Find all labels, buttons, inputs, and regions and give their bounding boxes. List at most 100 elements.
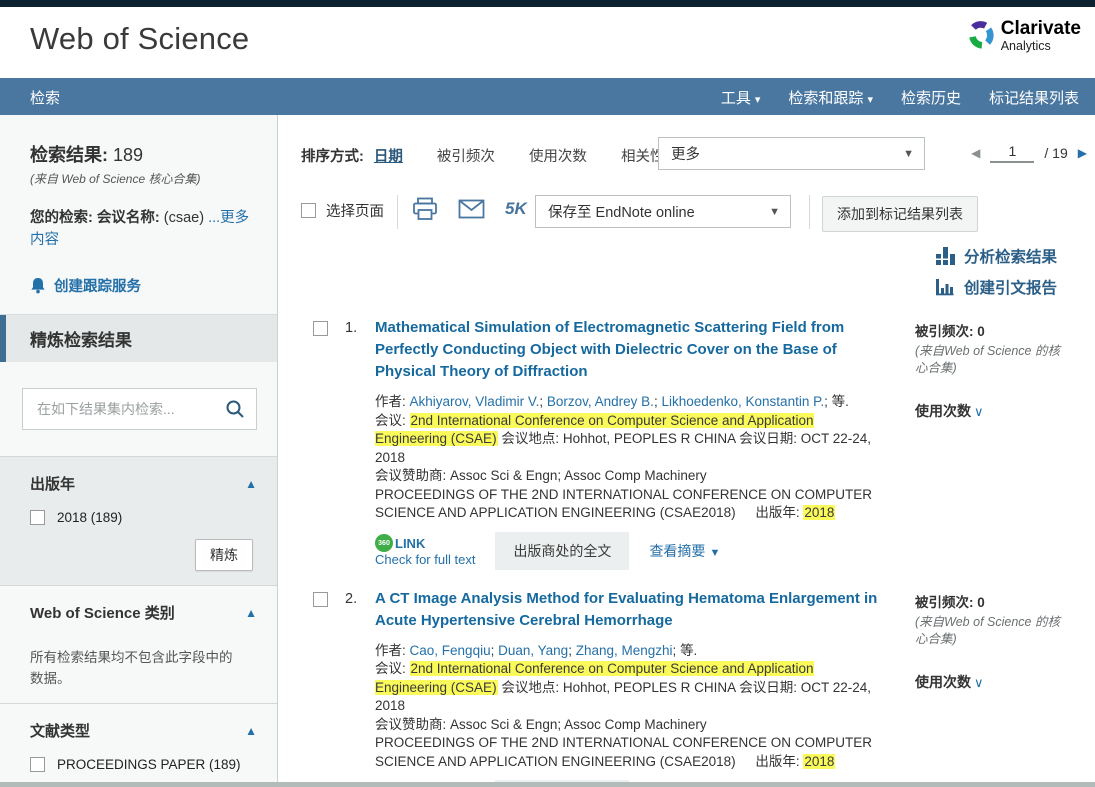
nav-item-marked-list[interactable]: 标记结果列表: [989, 87, 1079, 108]
facet-wos-category: Web of Science 类别 ▲ 所有检索结果均不包含此字段中的数据。: [0, 585, 277, 703]
author-link[interactable]: Akhiyarov, Vladimir V.: [410, 394, 544, 409]
refine-search-box: [22, 388, 257, 430]
chevron-down-icon: ∨: [974, 404, 984, 419]
query-value: (csae): [164, 210, 204, 226]
facet-publication-year: 出版年 ▲ 2018 (189) 精炼: [0, 456, 277, 585]
result-item-1: 1. Mathematical Simulation of Electromag…: [313, 317, 1095, 570]
bar-chart-icon: [935, 278, 955, 296]
result-checkbox[interactable]: [313, 321, 328, 336]
refine-results-header: 精炼检索结果: [0, 315, 277, 362]
caret-down-icon: ▼: [769, 206, 780, 218]
page-number-input[interactable]: [990, 142, 1034, 163]
page-title: Web of Science: [30, 21, 249, 57]
link-360-full-text[interactable]: 360LINK Check for full text: [375, 534, 475, 567]
chevron-down-icon: ∨: [974, 675, 984, 690]
caret-down-icon: ▾: [755, 94, 761, 106]
collapse-up-icon[interactable]: ▲: [245, 606, 257, 620]
results-source-note: (来自 Web of Science 核心合集): [30, 170, 259, 187]
publisher-full-text-button[interactable]: 出版商处的全文: [495, 532, 629, 570]
pub-year-highlight: 2018: [803, 505, 835, 520]
email-icon[interactable]: [458, 199, 485, 219]
results-summary: 检索结果: 189 (来自 Web of Science 核心合集) 您的检索:…: [0, 115, 277, 315]
save-to-endnote-dropdown[interactable]: 保存至 EndNote online ▼: [535, 195, 791, 228]
result-title-link[interactable]: A CT Image Analysis Method for Evaluatin…: [375, 588, 887, 632]
result-number: 1.: [345, 320, 357, 336]
sort-option-date[interactable]: 日期: [374, 149, 403, 165]
result-conference-line: 会议: 2nd International Conference on Comp…: [375, 412, 887, 468]
refine-button[interactable]: 精炼: [195, 539, 253, 571]
collapse-up-icon[interactable]: ▲: [245, 724, 257, 738]
facet-checkbox-2018[interactable]: [30, 510, 45, 525]
view-abstract-link[interactable]: 查看摘要▼: [649, 541, 720, 561]
nav-item-tools[interactable]: 工具▾: [721, 87, 761, 108]
brand-subtitle: Analytics: [1001, 40, 1081, 53]
sort-label: 排序方式:: [301, 149, 364, 165]
author-link[interactable]: Zhang, Mengzhi: [576, 643, 677, 658]
times-cited: 被引频次: 0: [915, 591, 1087, 611]
clarivate-brand: Clarivate Analytics: [965, 19, 1081, 53]
author-link[interactable]: Borzov, Andrey B.: [547, 394, 658, 409]
sort-bar: 排序方式: 日期 被引频次 使用次数 相关性 更多 ▼ ◀ / 19 ▶: [279, 115, 1095, 185]
nav-item-search-alerts[interactable]: 检索和跟踪▾: [788, 87, 873, 108]
result-citation-panel: 被引频次: 0 (来自Web of Science 的核心合集) 使用次数∨: [915, 591, 1087, 692]
author-link[interactable]: Likhoedenko, Konstantin P.: [661, 394, 827, 409]
brand-name: Clarivate: [1001, 19, 1081, 38]
nav-item-search[interactable]: 检索: [30, 87, 60, 108]
result-item-2: 2. A CT Image Analysis Method for Evalua…: [313, 588, 1095, 787]
facet-title: 文献类型: [30, 720, 90, 741]
result-citation-panel: 被引频次: 0 (来自Web of Science 的核心合集) 使用次数∨: [915, 320, 1087, 421]
page-total: / 19: [1044, 145, 1067, 161]
result-proceedings-line: PROCEEDINGS OF THE 2ND INTERNATIONAL CON…: [375, 486, 887, 523]
result-title-link[interactable]: Mathematical Simulation of Electromagnet…: [375, 317, 887, 383]
prev-page-icon[interactable]: ◀: [971, 146, 980, 160]
facet-empty-note: 所有检索结果均不包含此字段中的数据。: [30, 647, 257, 689]
analyze-results-link[interactable]: 分析检索结果: [936, 245, 1057, 267]
author-link[interactable]: Duan, Yang: [498, 643, 572, 658]
search-icon[interactable]: [224, 398, 246, 420]
analysis-links: 分析检索结果 创建引文报告: [279, 241, 1095, 307]
add-to-marked-list-button[interactable]: 添加到标记结果列表: [822, 196, 978, 232]
collapse-up-icon[interactable]: ▲: [245, 477, 257, 491]
caret-down-icon: ▼: [709, 547, 720, 559]
divider: [809, 195, 810, 229]
usage-count-link[interactable]: 使用次数∨: [915, 401, 1087, 421]
create-citation-report-link[interactable]: 创建引文报告: [935, 276, 1057, 298]
result-number: 2.: [345, 591, 357, 607]
result-authors-line: 作者: Akhiyarov, Vladimir V. Borzov, Andre…: [375, 393, 887, 412]
facet-option-proceedings-paper[interactable]: PROCEEDINGS PAPER (189): [30, 757, 257, 772]
result-sponsor-line: 会议赞助商: Assoc Sci & Engn; Assoc Comp Mach…: [375, 467, 887, 486]
select-page-checkbox[interactable]: [301, 203, 316, 218]
divider: [397, 195, 398, 229]
author-link[interactable]: Cao, Fengqiu: [410, 643, 495, 658]
times-cited-source: (来自Web of Science 的核心合集): [915, 343, 1067, 377]
select-page-control[interactable]: 选择页面: [301, 200, 384, 221]
results-count: 189: [113, 145, 143, 165]
facet-title: Web of Science 类别: [30, 602, 175, 623]
export-5k-link[interactable]: 5K: [505, 199, 527, 219]
sort-more-dropdown[interactable]: 更多 ▼: [658, 137, 925, 170]
sort-option-usage[interactable]: 使用次数: [529, 149, 587, 165]
result-checkbox[interactable]: [313, 592, 328, 607]
usage-count-link[interactable]: 使用次数∨: [915, 672, 1087, 692]
facet-checkbox-proceedings[interactable]: [30, 757, 45, 772]
print-icon[interactable]: [412, 197, 438, 221]
360-badge-icon: 360: [375, 534, 393, 552]
nav-item-search-history[interactable]: 检索历史: [901, 87, 961, 108]
horizontal-scrollbar[interactable]: [0, 782, 1095, 787]
results-main: 排序方式: 日期 被引频次 使用次数 相关性 更多 ▼ ◀ / 19 ▶ 选择页…: [279, 115, 1095, 787]
bell-icon: [30, 277, 46, 295]
pub-year-highlight: 2018: [803, 754, 835, 769]
next-page-icon[interactable]: ▶: [1078, 146, 1087, 160]
times-cited: 被引频次: 0: [915, 320, 1087, 340]
result-authors-line: 作者: Cao, Fengqiu Duan, Yang Zhang, Mengz…: [375, 642, 887, 661]
pagination: ◀ / 19 ▶: [971, 142, 1087, 163]
result-proceedings-line: PROCEEDINGS OF THE 2ND INTERNATIONAL CON…: [375, 734, 887, 771]
facet-document-type: 文献类型 ▲ PROCEEDINGS PAPER (189): [0, 703, 277, 786]
refine-search-input[interactable]: [35, 400, 224, 418]
caret-down-icon: ▼: [903, 148, 914, 160]
clarivate-logo-icon: [965, 19, 995, 51]
facet-option-2018[interactable]: 2018 (189): [30, 510, 257, 525]
create-alert-link[interactable]: 创建跟踪服务: [30, 275, 259, 296]
results-toolbar: 选择页面 5K 保存至 EndNote online ▼: [279, 185, 1095, 241]
sort-option-times-cited[interactable]: 被引频次: [437, 149, 495, 165]
